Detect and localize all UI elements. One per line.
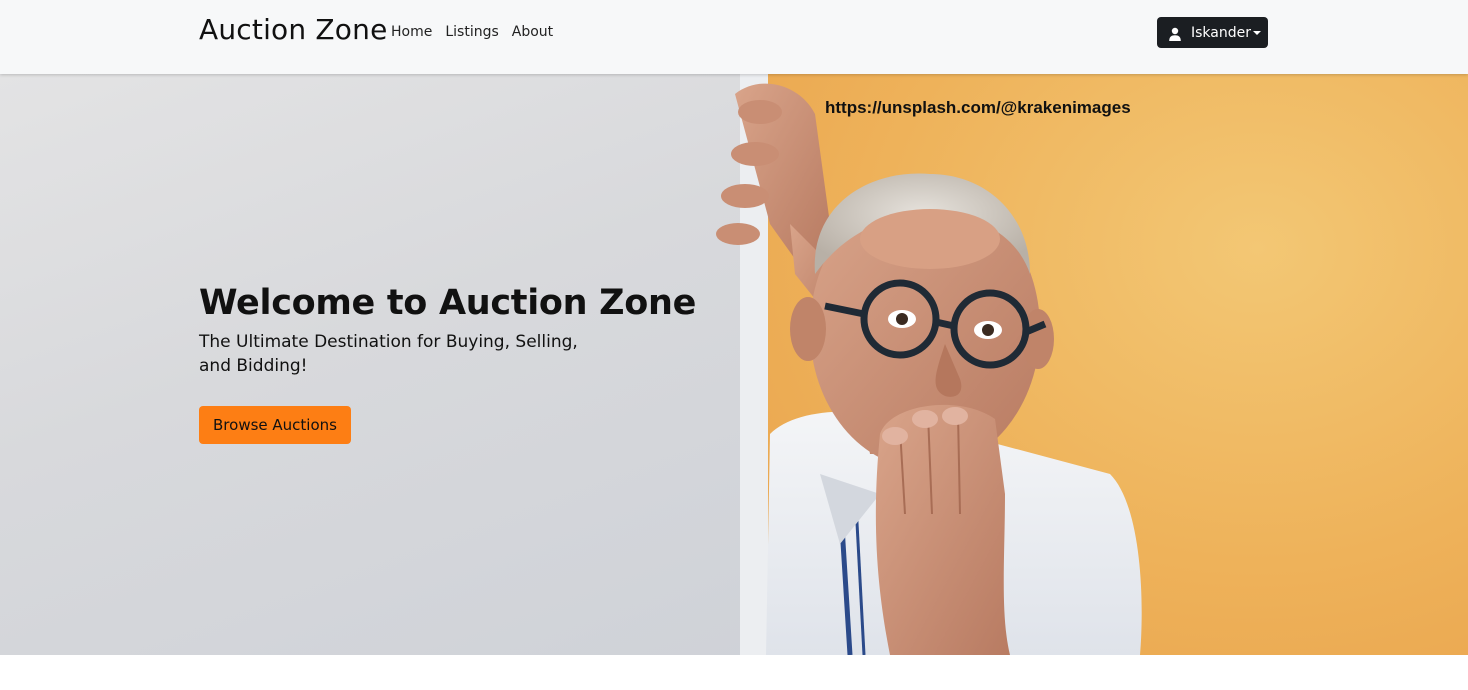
user-name: Iskander — [1191, 24, 1251, 41]
brand-logo[interactable]: Auction Zone — [199, 13, 388, 46]
chevron-down-icon — [1253, 30, 1261, 35]
nav-links: Home Listings About — [391, 24, 553, 40]
nav-link-about[interactable]: About — [512, 24, 553, 40]
hero-subtitle: The Ultimate Destination for Buying, Sel… — [199, 332, 578, 376]
browse-auctions-button[interactable]: Browse Auctions — [199, 406, 351, 444]
navbar: Auction Zone Home Listings About Iskande… — [0, 0, 1468, 74]
image-credit: https://unsplash.com/@krakenimages — [825, 98, 1131, 117]
hero-title: Welcome to Auction Zone — [199, 283, 697, 323]
user-icon — [1168, 26, 1182, 41]
hand-over-mouth — [875, 404, 1010, 655]
hero-banner: https://unsplash.com/@krakenimages Welco… — [0, 74, 1468, 655]
nav-link-home[interactable]: Home — [391, 24, 432, 40]
user-menu-button[interactable]: Iskander — [1157, 17, 1268, 48]
nav-link-listings[interactable]: Listings — [445, 24, 498, 40]
